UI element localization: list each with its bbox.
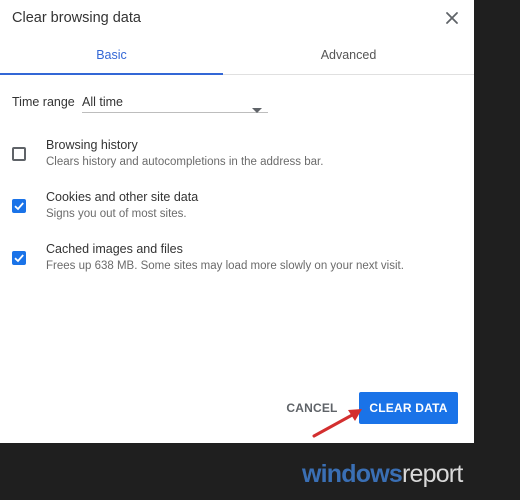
option-title: Cookies and other site data: [46, 190, 199, 204]
option-title: Cached images and files: [46, 242, 183, 256]
clear-data-button[interactable]: CLEAR DATA: [359, 392, 458, 424]
option-cookies: Cookies and other site data Signs you ou…: [0, 189, 474, 235]
browsing-history-checkbox[interactable]: [12, 147, 26, 161]
option-browsing-history: Browsing history Clears history and auto…: [0, 137, 474, 183]
option-cached-images: Cached images and files Frees up 638 MB.…: [0, 241, 474, 287]
time-range-label: Time range: [12, 95, 75, 109]
annotation-arrow-icon: [310, 404, 370, 445]
tab-basic[interactable]: Basic: [0, 38, 223, 75]
tab-advanced[interactable]: Advanced: [223, 38, 474, 74]
clear-browsing-data-dialog: Clear browsing data Basic Advanced Time …: [0, 0, 474, 443]
close-icon[interactable]: [440, 6, 464, 30]
option-title: Browsing history: [46, 138, 138, 152]
watermark-part-1: windows: [302, 460, 403, 488]
option-description: Signs you out of most sites.: [46, 208, 187, 220]
dropdown-arrow-icon: [252, 100, 262, 118]
dialog-title: Clear browsing data: [12, 10, 141, 26]
option-description: Clears history and autocompletions in th…: [46, 156, 324, 168]
check-icon: [14, 202, 24, 211]
time-range-value: All time: [82, 95, 123, 109]
tab-bar: Basic Advanced: [0, 38, 474, 75]
watermark-part-2: report: [401, 460, 463, 488]
time-range-select[interactable]: All time: [82, 92, 268, 113]
cached-images-checkbox[interactable]: [12, 251, 26, 265]
option-description: Frees up 638 MB. Some sites may load mor…: [46, 260, 404, 272]
check-icon: [14, 254, 24, 263]
watermark-logo: windowsreport: [302, 460, 463, 489]
cookies-checkbox[interactable]: [12, 199, 26, 213]
